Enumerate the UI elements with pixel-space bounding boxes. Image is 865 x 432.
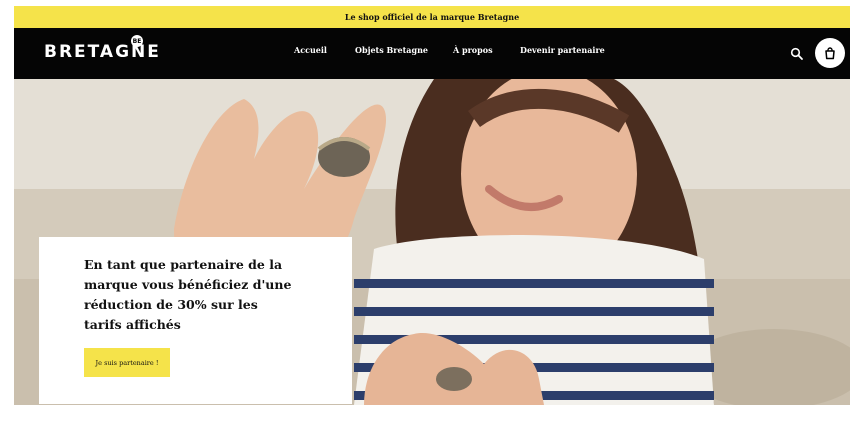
nav-item-a-propos[interactable]: À propos [453, 45, 493, 55]
nav-item-accueil[interactable]: Accueil [294, 45, 327, 55]
main-nav: Accueil Objets Bretagne À propos Devenir… [14, 45, 850, 61]
announcement-bar: Le shop officiel de la marque Bretagne [14, 6, 850, 28]
search-button[interactable] [790, 46, 804, 60]
nav-item-devenir-partenaire[interactable]: Devenir partenaire [520, 45, 605, 55]
nav-item-objets-bretagne[interactable]: Objets Bretagne [355, 45, 428, 55]
shopping-bag-icon [825, 47, 835, 60]
partner-promo-card: En tant que partenaire de la marque vous… [39, 237, 352, 404]
promo-text: En tant que partenaire de la marque vous… [84, 257, 292, 332]
site-header: BRETAGNE BE Accueil Objets Bretagne À pr… [14, 28, 850, 79]
search-icon [790, 47, 803, 60]
partner-button[interactable]: Je suis partenaire ! [84, 348, 170, 377]
announcement-text: Le shop officiel de la marque Bretagne [344, 12, 520, 22]
cart-button[interactable] [815, 38, 845, 68]
